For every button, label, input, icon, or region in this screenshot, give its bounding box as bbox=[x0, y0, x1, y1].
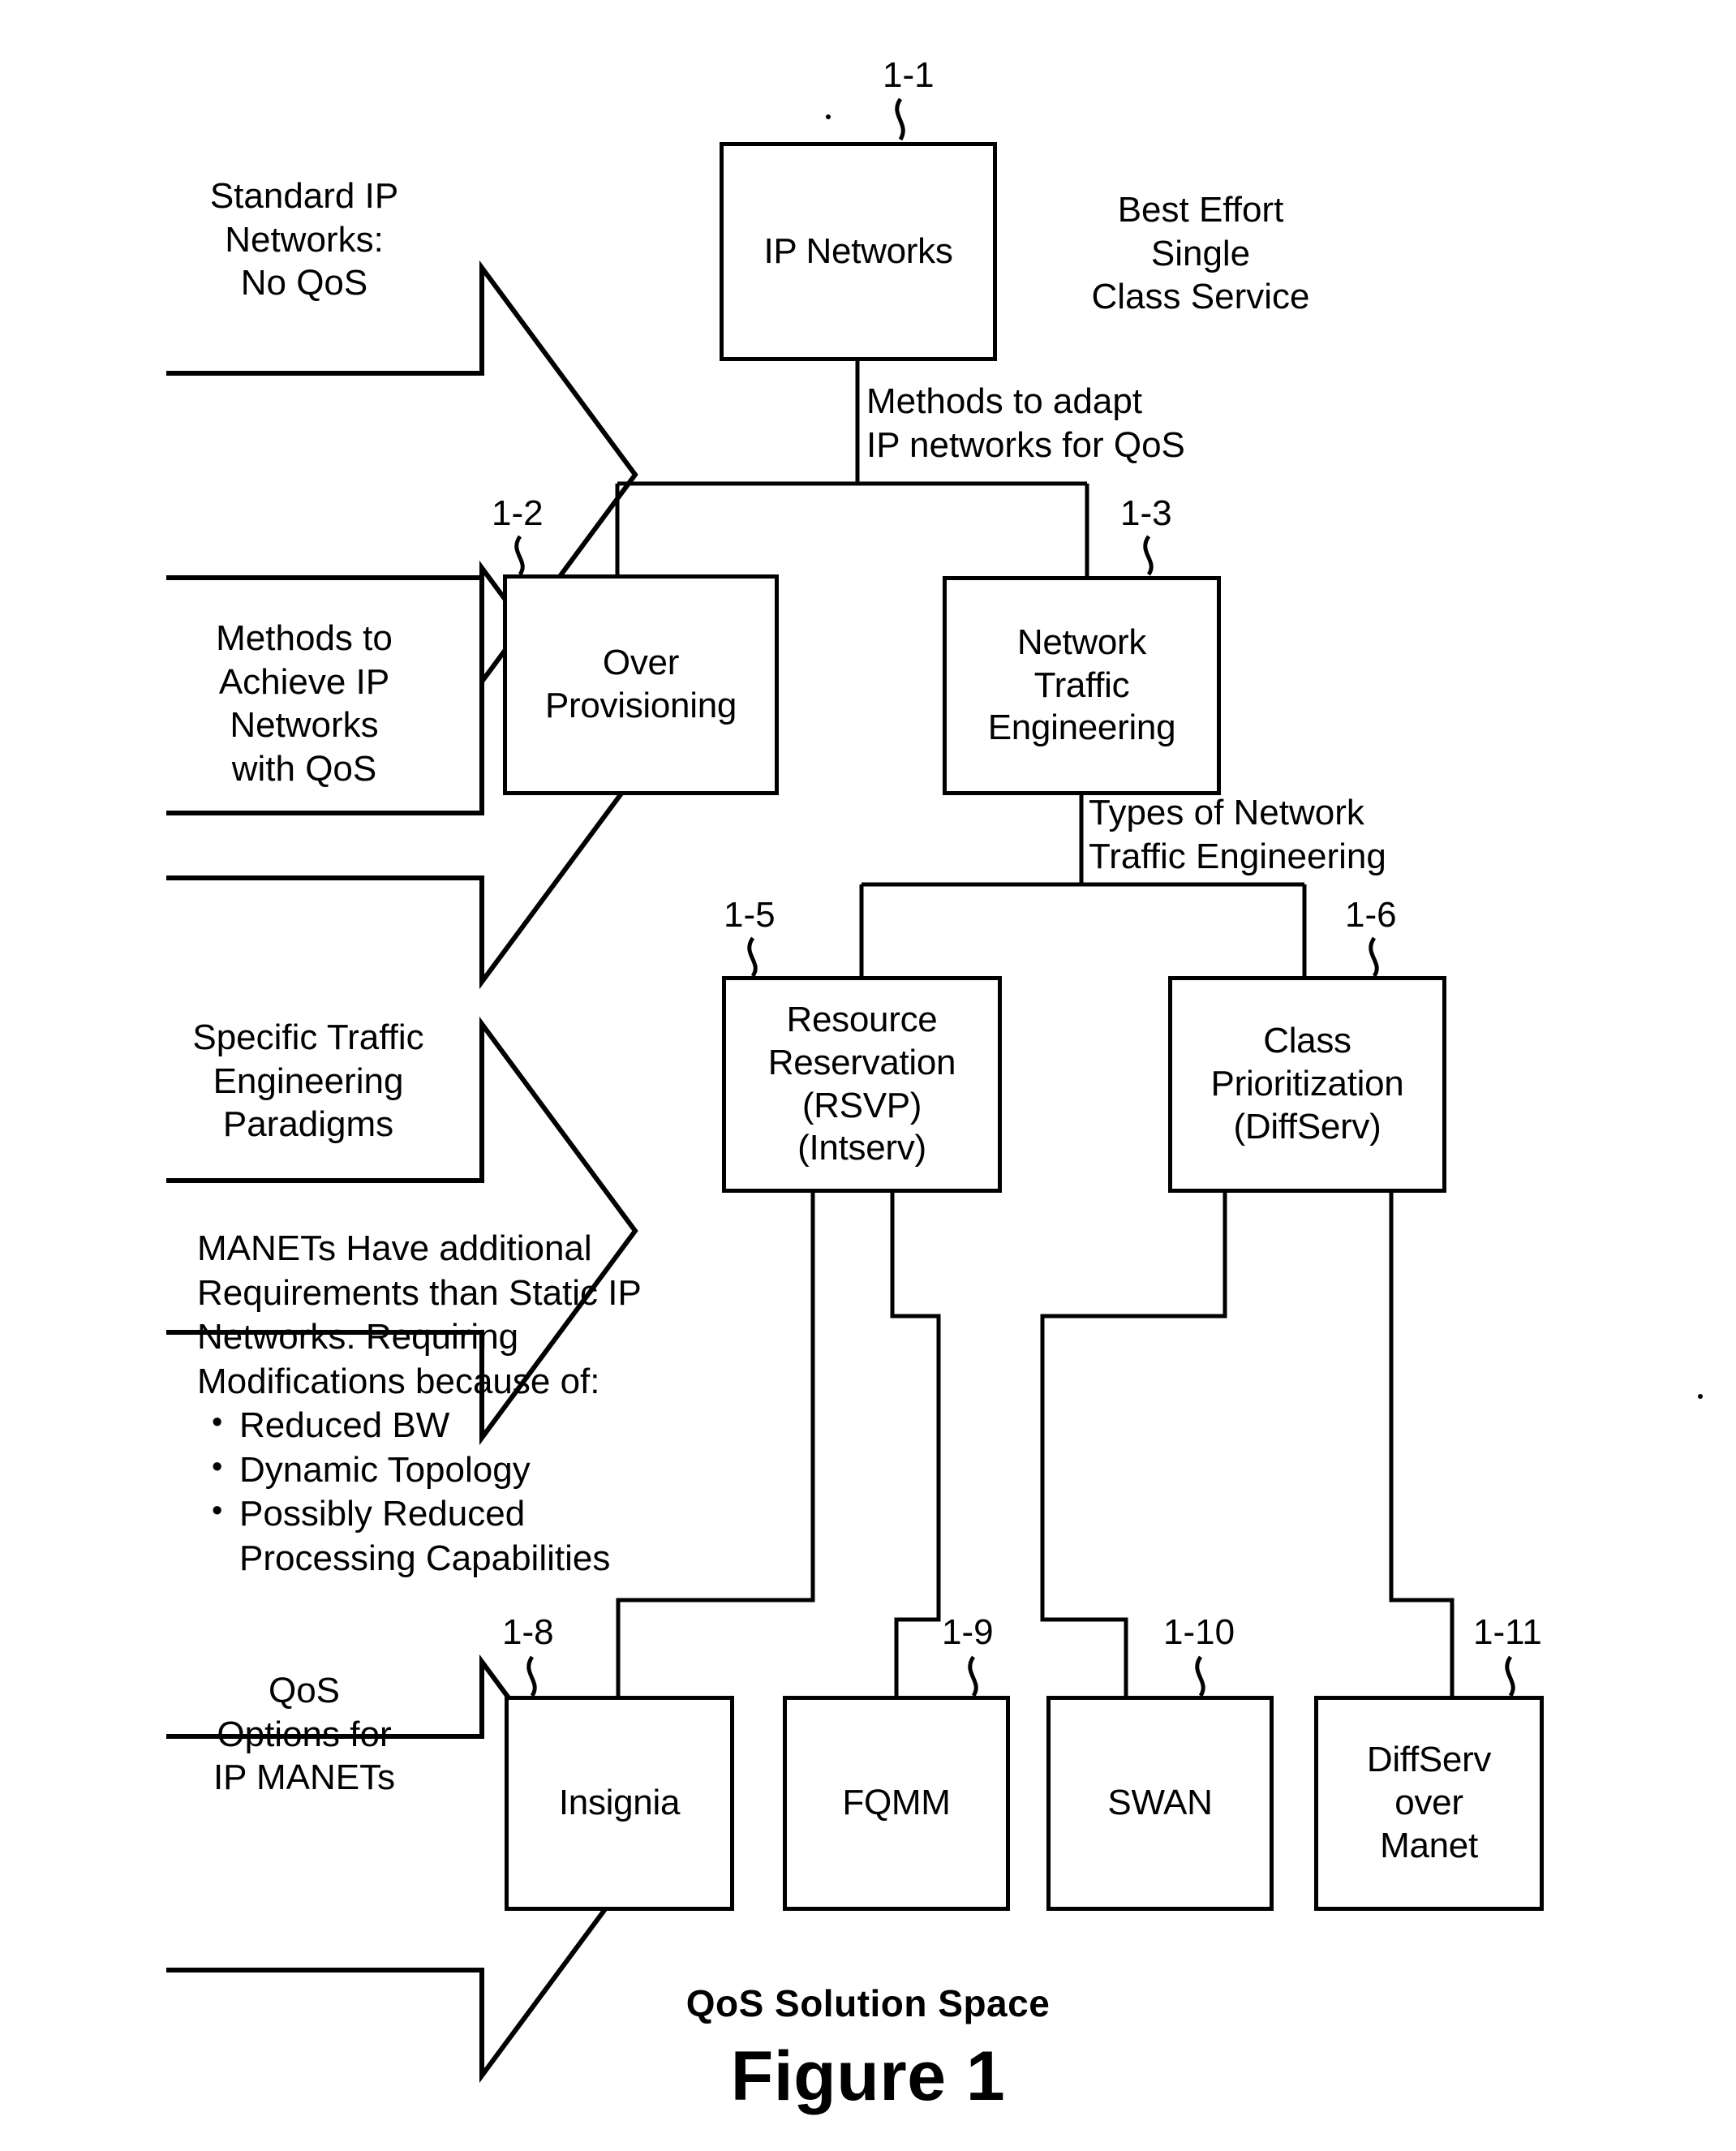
manet-bullet-item: Possibly Reduced Processing Capabilities bbox=[197, 1492, 716, 1581]
leader-1-2 bbox=[514, 535, 525, 576]
leader-1-11 bbox=[1505, 1655, 1515, 1697]
ref-tag-1-1: 1-1 bbox=[883, 55, 935, 95]
node-swan[interactable]: SWAN bbox=[1046, 1696, 1274, 1911]
ref-tag-1-2: 1-2 bbox=[492, 493, 544, 533]
node-diffserv-over-manet[interactable]: DiffServ over Manet bbox=[1314, 1696, 1544, 1911]
arrow-label-specific-paradigms: Specific Traffic Engineering Paradigms bbox=[192, 1017, 424, 1145]
arrow-label-standard-ip: Standard IP Networks: No QoS bbox=[209, 176, 399, 303]
node-label-network-traffic-engineering: Network Traffic Engineering bbox=[987, 622, 1176, 748]
leader-1-1 bbox=[895, 97, 905, 141]
manet-bullet-item: Dynamic Topology bbox=[197, 1448, 716, 1493]
node-ip-networks[interactable]: IP Networks bbox=[720, 142, 997, 361]
annotation-methods-to-adapt: Methods to adapt IP networks for QoS bbox=[866, 381, 1185, 465]
manet-note-bullets: Reduced BW Dynamic Topology Possibly Red… bbox=[197, 1404, 716, 1581]
ref-tag-1-3: 1-3 bbox=[1120, 493, 1172, 533]
node-over-provisioning[interactable]: Over Provisioning bbox=[503, 574, 779, 795]
ref-tag-1-8: 1-8 bbox=[502, 1612, 554, 1652]
node-class-prioritization[interactable]: Class Prioritization (DiffServ) bbox=[1168, 976, 1446, 1193]
node-insignia[interactable]: Insignia bbox=[505, 1696, 734, 1911]
ref-tag-1-5: 1-5 bbox=[724, 895, 776, 935]
leader-1-10 bbox=[1195, 1655, 1205, 1697]
node-label-class-prioritization: Class Prioritization (DiffServ) bbox=[1210, 1021, 1404, 1146]
node-label-over-provisioning: Over Provisioning bbox=[544, 643, 737, 725]
leader-1-5 bbox=[747, 936, 758, 978]
figure-caption-subtitle: QoS Solution Space bbox=[685, 1982, 1051, 2024]
node-label-resource-reservation: Resource Reservation (RSVP) (Intserv) bbox=[767, 999, 956, 1168]
leader-1-9 bbox=[968, 1655, 978, 1697]
annotation-types-of-network-traffic-engineering: Types of Network Traffic Engineering bbox=[1089, 793, 1386, 876]
manet-requirements-note: MANETs Have additional Requirements than… bbox=[197, 1227, 716, 1581]
arrow-label-methods-achieve: Methods to Achieve IP Networks with QoS bbox=[216, 618, 393, 789]
ref-tag-1-9: 1-9 bbox=[942, 1612, 994, 1652]
scan-speck bbox=[1698, 1394, 1703, 1399]
figure-page: Standard IP Networks: No QoS Methods to … bbox=[0, 0, 1736, 2151]
annotation-best-effort: Best Effort Single Class Service bbox=[1091, 190, 1310, 317]
figure-caption-title: Figure 1 bbox=[730, 2037, 1006, 2115]
node-fqmm[interactable]: FQMM bbox=[783, 1696, 1010, 1911]
ref-tag-1-10: 1-10 bbox=[1163, 1612, 1235, 1652]
scan-speck bbox=[826, 114, 831, 119]
ref-tag-1-6: 1-6 bbox=[1345, 895, 1397, 935]
leader-1-3 bbox=[1143, 535, 1154, 576]
manet-note-intro: MANETs Have additional Requirements than… bbox=[197, 1228, 642, 1401]
node-label-fqmm: FQMM bbox=[842, 1783, 951, 1823]
node-label-ip-networks: IP Networks bbox=[763, 230, 953, 271]
node-network-traffic-engineering[interactable]: Network Traffic Engineering bbox=[943, 576, 1221, 795]
node-resource-reservation[interactable]: Resource Reservation (RSVP) (Intserv) bbox=[722, 976, 1002, 1193]
arrow-label-qos-options: QoS Options for IP MANETs bbox=[213, 1671, 396, 1798]
leader-1-6 bbox=[1369, 936, 1379, 978]
node-label-swan: SWAN bbox=[1107, 1783, 1213, 1823]
node-label-insignia: Insignia bbox=[558, 1783, 681, 1823]
connector-diffserv-to-manet bbox=[1389, 1193, 1455, 1696]
connector-rsvp-to-fqmm bbox=[890, 1193, 941, 1696]
node-label-diffserv-over-manet: DiffServ over Manet bbox=[1366, 1740, 1492, 1865]
ref-tag-1-11: 1-11 bbox=[1473, 1612, 1542, 1652]
leader-1-8 bbox=[526, 1655, 537, 1697]
manet-bullet-item: Reduced BW bbox=[197, 1404, 716, 1448]
